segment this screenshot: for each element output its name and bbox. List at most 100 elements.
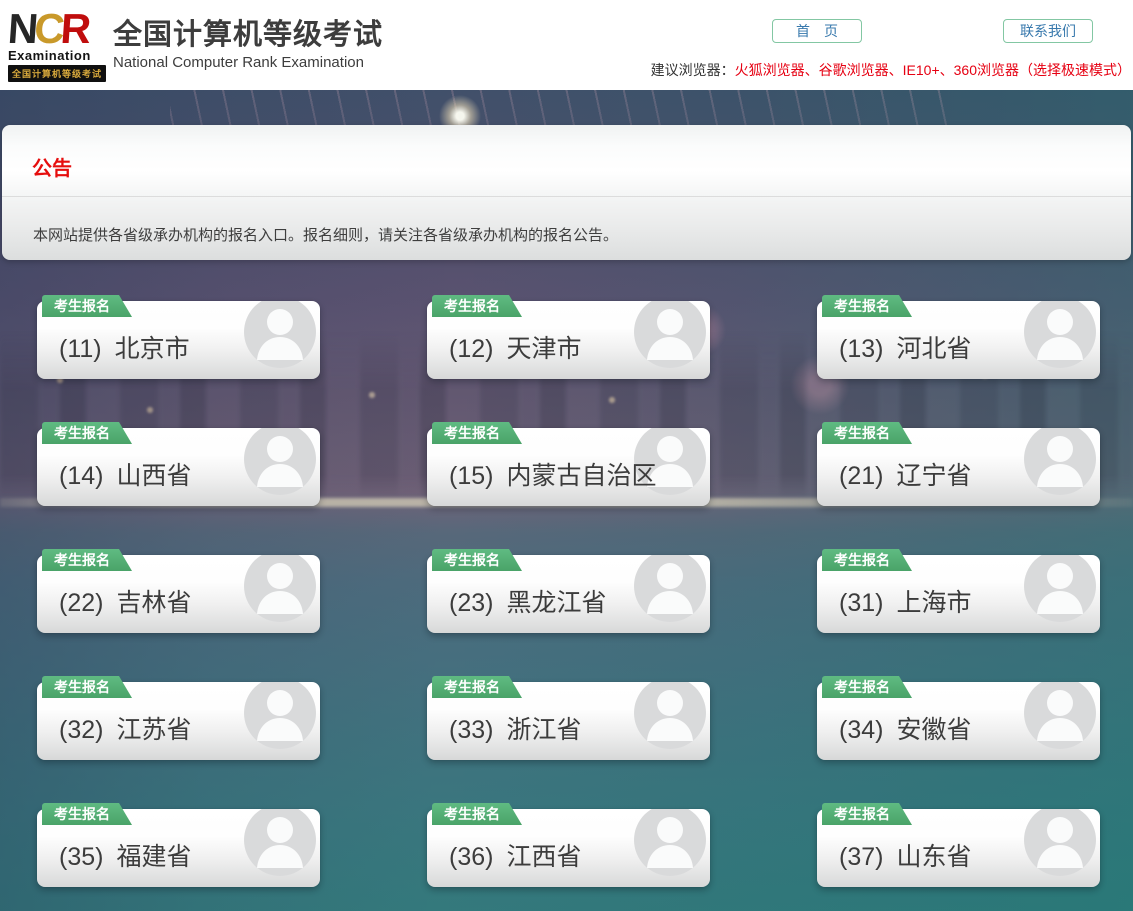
province-label: (33) 浙江省 (427, 696, 581, 746)
province-name: 浙江省 (506, 716, 581, 744)
province-code: (23) (449, 589, 493, 617)
province-cell-11: (11)北京市 考生报名 (37, 301, 320, 379)
browser-advice-prefix: 建议浏览器： (651, 62, 735, 78)
province-label: (35) 福建省 (37, 823, 191, 873)
candidate-signup-ribbon: 考生报名 (42, 422, 132, 444)
province-label: (14) 山西省 (37, 442, 191, 492)
province-cell-21: (21)辽宁省 考生报名 (817, 428, 1100, 506)
logo-letter-r: R (59, 5, 89, 52)
user-avatar-icon (244, 682, 316, 749)
logo-letter-n: N (6, 5, 36, 52)
province-label: (37) 山东省 (817, 823, 971, 873)
user-avatar-icon (1024, 682, 1096, 749)
home-button[interactable]: 首 页 (772, 19, 862, 43)
province-cell-14: (14)山西省 考生报名 (37, 428, 320, 506)
candidate-signup-ribbon: 考生报名 (822, 676, 912, 698)
province-cell-22: (22)吉林省 考生报名 (37, 555, 320, 633)
province-code: (35) (59, 843, 103, 871)
candidate-signup-ribbon: 考生报名 (432, 549, 522, 571)
province-cell-36: (36)江西省 考生报名 (427, 809, 710, 887)
province-code: (33) (449, 716, 493, 744)
candidate-signup-ribbon: 考生报名 (822, 422, 912, 444)
province-name: 河北省 (896, 335, 971, 363)
province-cell-13: (13)河北省 考生报名 (817, 301, 1100, 379)
user-avatar-icon (244, 301, 316, 368)
page-title: 全国计算机等级考试 (113, 19, 383, 51)
user-avatar-icon (1024, 555, 1096, 622)
province-grid: (11) 北京市 考生报名 (12) 天津市 考生报名 (13) 河北省 考生报名 (37, 301, 1100, 887)
province-name: 内蒙古自治区 (506, 462, 656, 490)
province-label: (36) 江西省 (427, 823, 581, 873)
user-avatar-icon (1024, 428, 1096, 495)
province-label: (15) 内蒙古自治区 (427, 442, 656, 492)
province-code: (11) (59, 335, 102, 363)
candidate-signup-ribbon: 考生报名 (42, 803, 132, 825)
province-label: (12) 天津市 (427, 315, 581, 365)
province-code: (31) (839, 589, 883, 617)
candidate-signup-ribbon: 考生报名 (42, 676, 132, 698)
logo-letter-c: C (33, 5, 63, 52)
user-avatar-icon (634, 301, 706, 368)
candidate-signup-ribbon: 考生报名 (822, 295, 912, 317)
province-name: 北京市 (115, 335, 190, 363)
province-label: (21)辽宁省 (817, 442, 971, 492)
title-block: 全国计算机等级考试 National Computer Rank Examina… (113, 19, 383, 71)
contact-us-button[interactable]: 联系我们 (1003, 19, 1093, 43)
user-avatar-icon (634, 809, 706, 876)
province-cell-23: (23)黑龙江省 考生报名 (427, 555, 710, 633)
province-code: (22) (59, 589, 103, 617)
province-cell-31: (31)上海市 考生报名 (817, 555, 1100, 633)
province-code: (12) (449, 335, 493, 363)
browser-advice-list: 火狐浏览器、谷歌浏览器、IE10+、360浏览器（选择极速模式） (735, 62, 1131, 78)
province-name: 江苏省 (116, 716, 191, 744)
candidate-signup-ribbon: 考生报名 (42, 549, 132, 571)
candidate-signup-ribbon: 考生报名 (822, 803, 912, 825)
province-cell-37: (37)山东省 考生报名 (817, 809, 1100, 887)
province-cell-15: (15)内蒙古自治区 考生报名 (427, 428, 710, 506)
user-avatar-icon (244, 428, 316, 495)
ncre-logo: NCR Examination 全国计算机等级考试 (8, 11, 106, 82)
province-cell-34: (34)安徽省 考生报名 (817, 682, 1100, 760)
province-name: 安徽省 (896, 716, 971, 744)
province-name: 福建省 (116, 843, 191, 871)
candidate-signup-ribbon: 考生报名 (432, 676, 522, 698)
province-name: 黑龙江省 (506, 589, 606, 617)
province-code: (13) (839, 335, 883, 363)
province-code: (34) (839, 716, 883, 744)
logo-band-text: 全国计算机等级考试 (8, 65, 106, 82)
ncre-logo-letters: NCR (7, 11, 108, 47)
user-avatar-icon (244, 555, 316, 622)
province-name: 辽宁省 (896, 462, 971, 490)
announcement-body: 本网站提供各省级承办机构的报名入口。报名细则，请关注各省级承办机构的报名公告。 (2, 197, 1131, 245)
province-cell-12: (12)天津市 考生报名 (427, 301, 710, 379)
user-avatar-icon (634, 555, 706, 622)
announcement-panel: 公告 本网站提供各省级承办机构的报名入口。报名细则，请关注各省级承办机构的报名公… (2, 125, 1131, 260)
background-photo: 公告 本网站提供各省级承办机构的报名入口。报名细则，请关注各省级承办机构的报名公… (0, 90, 1133, 911)
province-name: 山西省 (116, 462, 191, 490)
header: NCR Examination 全国计算机等级考试 全国计算机等级考试 Nati… (0, 0, 1133, 90)
user-avatar-icon (1024, 301, 1096, 368)
announcement-title: 公告 (2, 125, 1131, 181)
user-avatar-icon (634, 682, 706, 749)
province-code: (14) (59, 462, 103, 490)
province-label: (34) 安徽省 (817, 696, 971, 746)
province-name: 江西省 (506, 843, 581, 871)
province-label: (31)上海市 (817, 569, 971, 619)
page: NCR Examination 全国计算机等级考试 全国计算机等级考试 Nati… (0, 0, 1133, 911)
province-label: (23) 黑龙江省 (427, 569, 606, 619)
province-cell-32: (32)江苏省 考生报名 (37, 682, 320, 760)
candidate-signup-ribbon: 考生报名 (822, 549, 912, 571)
province-code: (32) (59, 716, 103, 744)
province-cell-35: (35)福建省 考生报名 (37, 809, 320, 887)
province-code: (37) (839, 843, 883, 871)
user-avatar-icon (1024, 809, 1096, 876)
province-name: 山东省 (896, 843, 971, 871)
candidate-signup-ribbon: 考生报名 (42, 295, 132, 317)
province-label: (13) 河北省 (817, 315, 971, 365)
candidate-signup-ribbon: 考生报名 (432, 422, 522, 444)
candidate-signup-ribbon: 考生报名 (432, 803, 522, 825)
province-code: (36) (449, 843, 493, 871)
province-label: (11) 北京市 (37, 315, 190, 365)
province-code: (15) (449, 462, 493, 490)
province-name: 天津市 (506, 335, 581, 363)
